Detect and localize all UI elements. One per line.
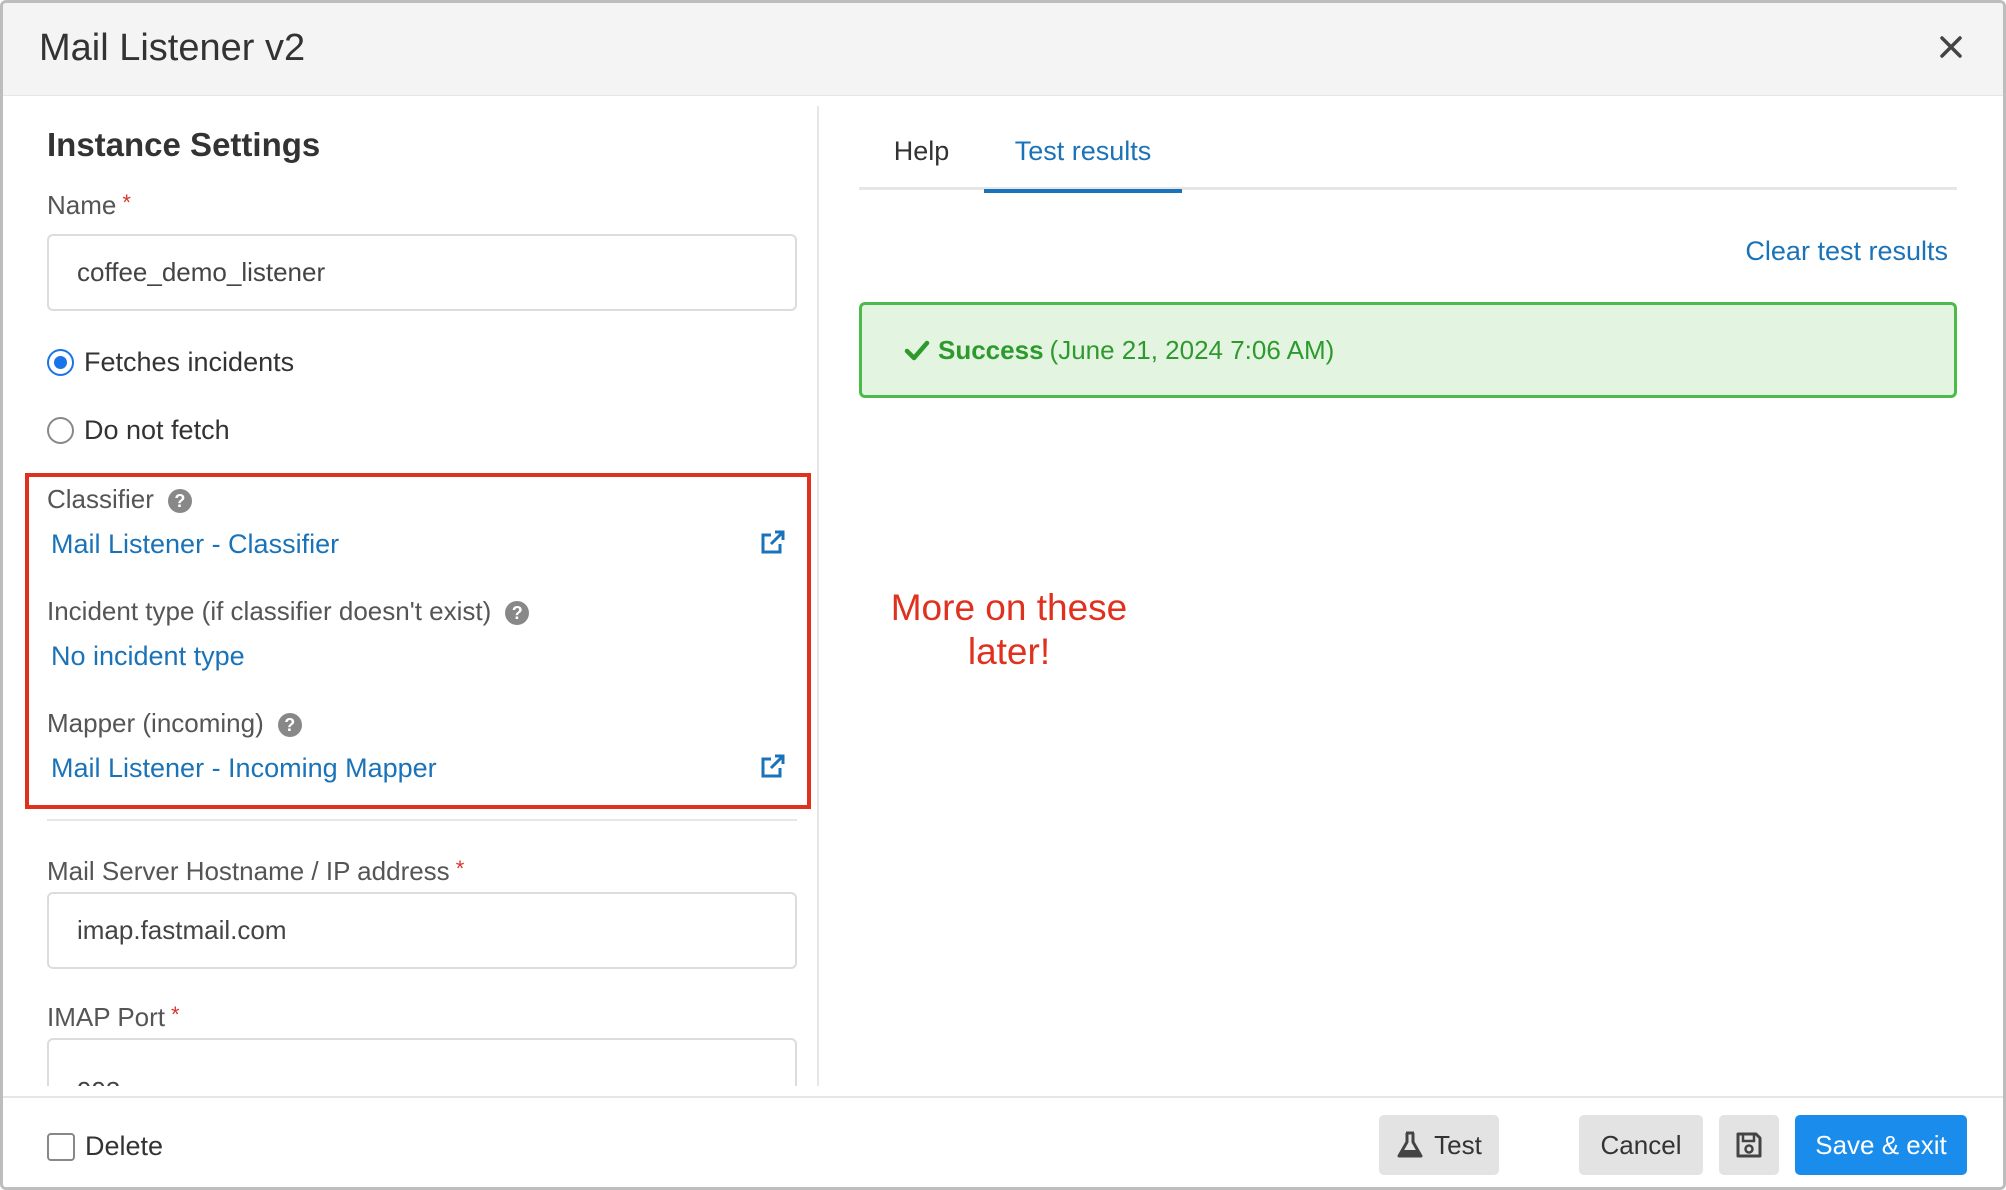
hostname-label: Mail Server Hostname / IP address * — [47, 856, 465, 886]
modal-title: Mail Listener v2 — [39, 27, 306, 69]
radio-do-not-fetch[interactable]: Do not fetch — [47, 415, 230, 446]
radio-fetches-incidents[interactable]: Fetches incidents — [47, 347, 294, 378]
delete-label: Delete — [85, 1131, 164, 1161]
success-timestamp: (June 21, 2024 7:06 AM) — [1049, 334, 1335, 365]
flask-icon — [1397, 1131, 1423, 1158]
tab-help[interactable]: Help — [859, 130, 984, 190]
section-title: Instance Settings — [47, 126, 321, 163]
mail-listener-modal: Mail Listener v2 Instance Settings Name *… — [0, 0, 2006, 1190]
test-button[interactable]: Test — [1379, 1115, 1499, 1175]
delete-checkbox-row[interactable]: Delete — [47, 1131, 163, 1162]
modal-footer: Delete Test Cancel Save & exit — [3, 1096, 2003, 1187]
name-input-value: coffee_demo_listener — [77, 257, 326, 287]
required-mark: * — [455, 856, 465, 881]
radio-button[interactable] — [47, 417, 74, 444]
test-button-label: Test — [1434, 1129, 1482, 1160]
radio-label: Fetches incidents — [84, 347, 295, 377]
save-icon — [1736, 1132, 1762, 1158]
success-message: Success (June 21, 2024 7:06 AM) — [859, 302, 1957, 398]
required-mark: * — [171, 1002, 180, 1027]
hostname-input-value: imap.fastmail.com — [77, 915, 287, 945]
delete-checkbox[interactable] — [47, 1132, 75, 1161]
name-label: Name * — [47, 190, 131, 220]
tab-test-results[interactable]: Test results — [984, 130, 1182, 193]
check-icon — [904, 340, 930, 361]
imap-port-value: 993 — [77, 1076, 120, 1086]
annotation-note: More on these later! — [890, 587, 1128, 672]
imap-port-input[interactable]: 993 — [47, 1038, 797, 1086]
hostname-input[interactable]: imap.fastmail.com — [47, 892, 797, 969]
radio-label: Do not fetch — [84, 415, 230, 445]
imap-port-label: IMAP Port * — [47, 1002, 180, 1032]
save-button[interactable] — [1719, 1115, 1779, 1175]
clear-test-results-link[interactable]: Clear test results — [1745, 236, 1948, 267]
success-label: Success — [938, 334, 1044, 365]
save-and-exit-button[interactable]: Save & exit — [1795, 1115, 1967, 1175]
cancel-button[interactable]: Cancel — [1579, 1115, 1703, 1175]
test-results-panel: Help Test results Clear test results Suc… — [819, 96, 2003, 1086]
radio-button-checked[interactable] — [47, 349, 74, 376]
annotation-highlight-box — [25, 473, 811, 809]
name-input[interactable]: coffee_demo_listener — [47, 234, 797, 311]
close-icon[interactable] — [1937, 33, 1965, 61]
section-divider — [47, 819, 797, 821]
tab-bar: Help Test results — [859, 130, 1957, 193]
required-mark: * — [122, 190, 131, 215]
instance-settings-panel: Instance Settings Name * coffee_demo_list… — [3, 96, 818, 1086]
modal-header: Mail Listener v2 — [3, 3, 2003, 96]
